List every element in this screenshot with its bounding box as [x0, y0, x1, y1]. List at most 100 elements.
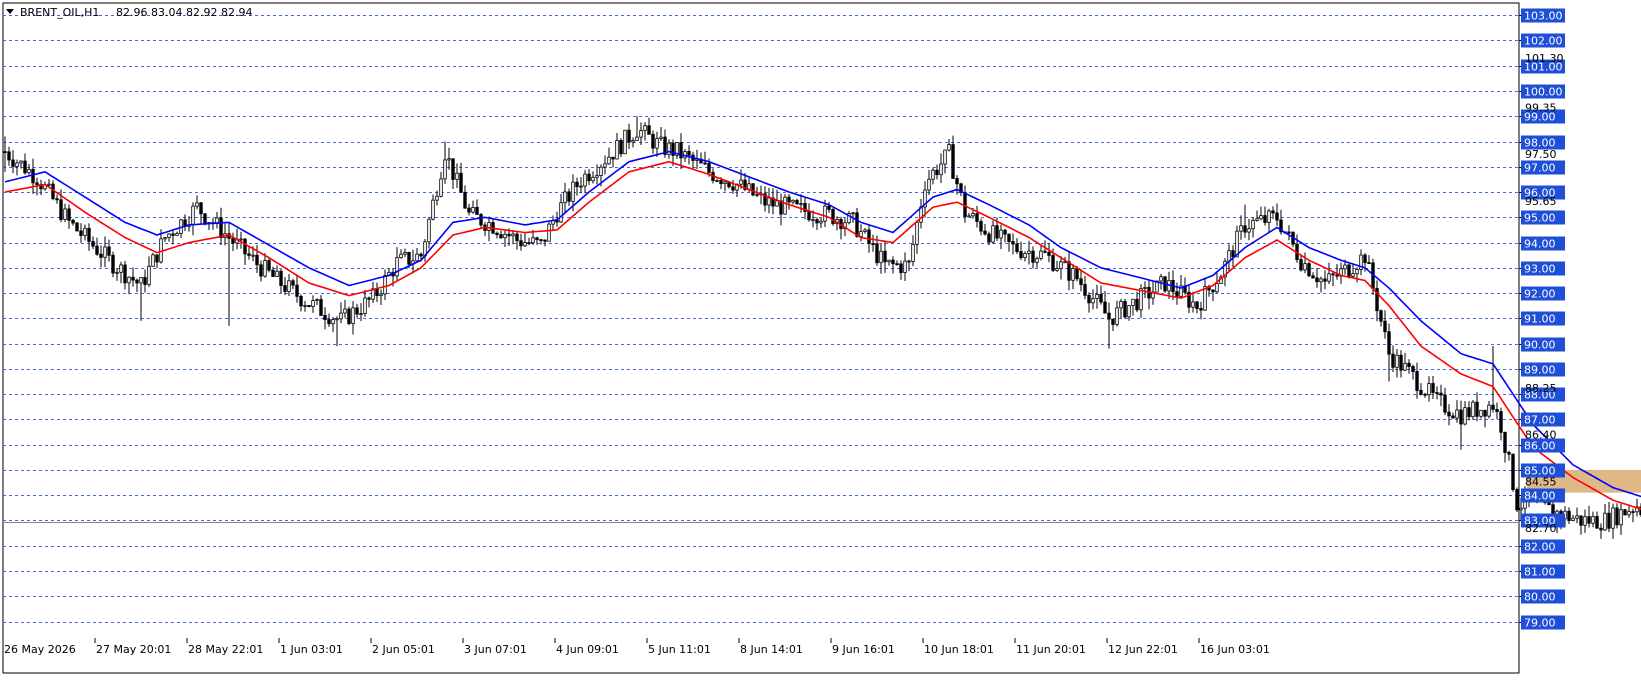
candle-body: [1419, 390, 1423, 395]
x-tick-label: 3 Jun 07:01: [464, 643, 527, 656]
candle-body: [1015, 243, 1019, 253]
candle-body: [1403, 362, 1407, 371]
candle-body: [1411, 366, 1415, 372]
candle-body: [95, 245, 99, 255]
candle-body: [1243, 225, 1247, 233]
y-tick-label: 79.00: [1524, 617, 1556, 630]
candle-body: [891, 259, 895, 265]
candle-body: [1399, 354, 1403, 371]
candle-body: [403, 252, 407, 255]
candle-body: [599, 166, 603, 176]
candle-body: [407, 252, 411, 265]
candle-body: [263, 260, 267, 277]
candle-body: [343, 308, 347, 314]
y-tick-label: 95.00: [1524, 212, 1556, 225]
candle-body: [199, 202, 203, 215]
candle-body: [991, 225, 995, 243]
candle-body: [779, 200, 783, 215]
candle-body: [1351, 273, 1355, 277]
candle-body: [1495, 408, 1499, 412]
candle-body: [655, 138, 659, 149]
candle-body: [591, 176, 595, 182]
candle-body: [971, 213, 975, 217]
y-minor-label: 86.40: [1525, 429, 1557, 442]
candle-body: [1319, 278, 1323, 283]
candle-body: [1035, 257, 1039, 263]
candle-body: [55, 198, 59, 201]
candle-body: [1435, 392, 1439, 394]
x-tick-label: 4 Jun 09:01: [556, 643, 619, 656]
candle-body: [1263, 215, 1267, 223]
candle-body: [531, 237, 535, 244]
candle-body: [967, 215, 971, 218]
candle-body: [459, 172, 463, 193]
candle-body: [275, 270, 279, 277]
candle-body: [1499, 411, 1503, 433]
candle-body: [7, 151, 11, 161]
candle-body: [1323, 278, 1327, 282]
candle-body: [899, 263, 903, 273]
y-tick-label: 84.00: [1524, 490, 1556, 503]
candle-body: [239, 238, 243, 241]
candle-body: [623, 129, 627, 155]
chart-window[interactable]: 103.00 102.00 101.00 100.00 99.00 98.00 97.00 9…: [0, 0, 1641, 693]
y-tick-label: 91.00: [1524, 313, 1556, 326]
candle-body: [1599, 527, 1603, 531]
candle-body: [927, 178, 931, 191]
candle-body: [1611, 507, 1615, 529]
x-tick-label: 27 May 20:01: [96, 643, 171, 656]
candle-body: [719, 180, 723, 185]
candle-body: [1315, 277, 1319, 283]
candle-body: [1471, 401, 1475, 418]
candle-body: [319, 299, 323, 316]
candle-body: [715, 180, 719, 182]
candle-body: [563, 191, 567, 204]
candle-body: [367, 297, 371, 300]
candle-body: [651, 133, 655, 149]
candle-body: [1259, 215, 1263, 220]
candle-body: [1451, 415, 1455, 419]
candle-body: [659, 136, 663, 139]
candle-body: [1275, 212, 1279, 221]
candle-body: [1031, 250, 1035, 263]
candle-body: [1503, 431, 1507, 453]
candle-body: [547, 223, 551, 242]
x-tick-label: 10 Jun 18:01: [924, 643, 994, 656]
candle-body: [1075, 268, 1079, 280]
y-minor-label: 95.65: [1525, 195, 1557, 208]
candle-body: [587, 173, 591, 182]
candle-body: [71, 219, 75, 224]
candle-body: [1051, 255, 1055, 271]
candle-body: [355, 307, 359, 315]
candle-body: [339, 312, 343, 320]
x-tick-label: 1 Jun 03:01: [280, 643, 343, 656]
candle-body: [1459, 409, 1463, 425]
candle-body: [1063, 261, 1067, 264]
candle-body: [1203, 286, 1207, 311]
candle-body: [1439, 392, 1443, 396]
candle-body: [607, 156, 611, 165]
candle-body: [1003, 229, 1007, 235]
candle-body: [123, 264, 127, 284]
candle-body: [795, 199, 799, 205]
candle-body: [643, 125, 647, 131]
candle-body: [147, 265, 151, 285]
candle-body: [811, 219, 815, 222]
candle-body: [415, 253, 419, 262]
candle-body: [347, 308, 351, 324]
candle-body: [1355, 269, 1359, 275]
candle-body: [323, 315, 327, 320]
candle-body: [287, 280, 291, 292]
candle-body: [1119, 301, 1123, 309]
candle-body: [219, 217, 223, 239]
candle-body: [1511, 453, 1515, 490]
candle-body: [1475, 401, 1479, 417]
candle-body: [379, 293, 383, 296]
candle-body: [1311, 275, 1315, 279]
candle-body: [583, 173, 587, 187]
candle-body: [687, 151, 691, 156]
candle-body: [67, 208, 71, 221]
x-tick-label: 9 Jun 16:01: [832, 643, 895, 656]
price-chart[interactable]: 103.00102.00101.00100.0099.0098.0097.009…: [0, 0, 1641, 693]
candle-body: [1391, 353, 1395, 368]
